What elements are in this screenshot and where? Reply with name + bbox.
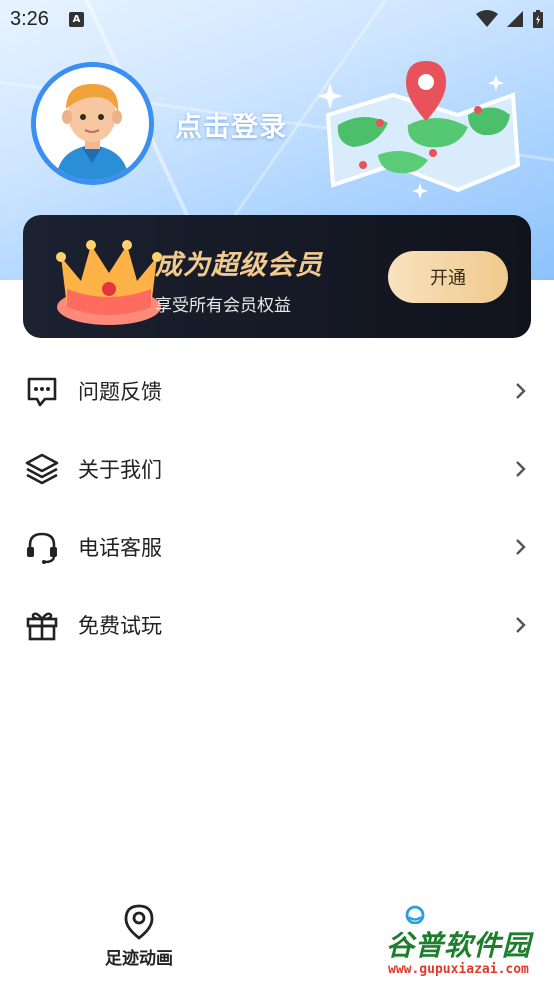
vip-title: 成为超级会员: [155, 250, 323, 281]
activate-vip-button[interactable]: 开通: [388, 251, 508, 303]
menu-item-label: 免费试玩: [78, 614, 162, 638]
crown-icon: [56, 240, 162, 325]
avatar[interactable]: [31, 62, 154, 185]
settings-menu: 问题反馈 关于我们 电话客服 免费试玩: [0, 352, 554, 664]
menu-item-free-trial[interactable]: 免费试玩: [0, 586, 554, 664]
status-bar: 3:26 A: [0, 0, 554, 38]
avatar-illustration-icon: [36, 67, 148, 180]
headset-icon: [24, 529, 60, 565]
chevron-right-icon: [510, 537, 530, 557]
menu-item-label: 问题反馈: [78, 380, 162, 404]
menu-item-phone-support[interactable]: 电话客服: [0, 508, 554, 586]
chat-bubble-icon: [24, 373, 60, 409]
menu-item-label: 关于我们: [78, 458, 162, 482]
vip-subtitle: 享受所有会员权益: [155, 296, 291, 316]
watermark: 谷普软件园 www.gupuxiazai.com: [386, 924, 551, 982]
chevron-right-icon: [510, 381, 530, 401]
cellular-signal-icon: [507, 11, 523, 27]
menu-item-about-us[interactable]: 关于我们: [0, 430, 554, 508]
wifi-icon: [476, 10, 498, 27]
tab-footprint-animation[interactable]: 足迹动画: [96, 904, 182, 969]
notification-icon: A: [68, 11, 84, 27]
chevron-right-icon: [510, 615, 530, 635]
gift-icon: [24, 607, 60, 643]
location-pin-icon: [124, 904, 154, 940]
tab-label: 足迹动画: [105, 949, 173, 969]
watermark-title: 谷普软件园: [386, 929, 532, 962]
menu-item-feedback[interactable]: 问题反馈: [0, 352, 554, 430]
menu-item-label: 电话客服: [78, 536, 162, 560]
map-illustration-icon: [318, 61, 521, 199]
battery-icon: [533, 10, 543, 28]
login-link[interactable]: 点击登录: [175, 105, 287, 144]
watermark-url: www.gupuxiazai.com: [388, 962, 529, 977]
vip-banner[interactable]: 成为超级会员 享受所有会员权益 开通: [23, 215, 531, 338]
chevron-right-icon: [510, 459, 530, 479]
layers-icon: [24, 451, 60, 487]
status-time: 3:26: [10, 7, 49, 30]
